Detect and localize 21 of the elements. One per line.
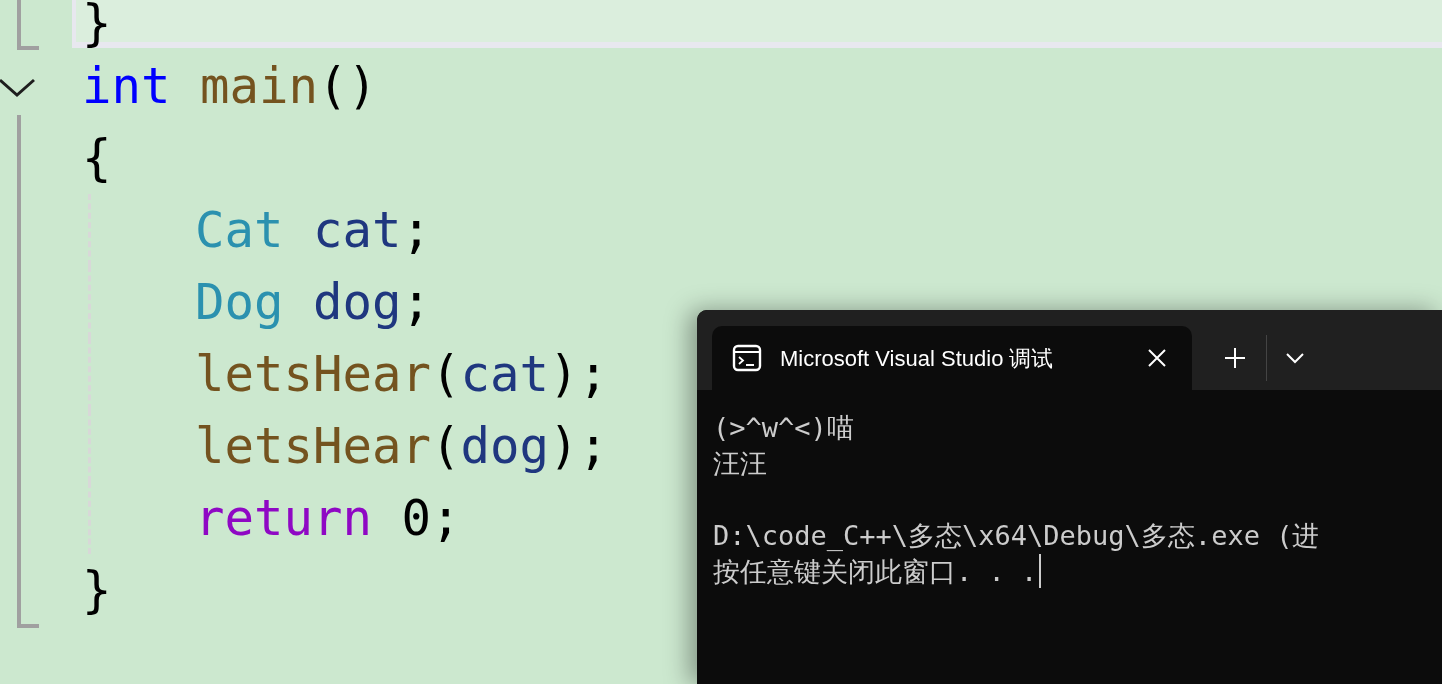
code-line: Cat cat; xyxy=(195,205,432,255)
code-line: letsHear(cat); xyxy=(195,349,609,399)
code-line: Dog dog; xyxy=(195,277,432,327)
code-line: { xyxy=(82,133,112,183)
terminal-tab[interactable]: Microsoft Visual Studio 调试 xyxy=(712,326,1192,390)
code-line: letsHear(dog); xyxy=(195,421,609,471)
plus-icon[interactable] xyxy=(1224,347,1246,369)
outline-bracket-drawing xyxy=(17,0,39,50)
console-output-line: 按任意键关闭此窗口. . . xyxy=(713,557,1038,585)
chevron-down-icon[interactable] xyxy=(1285,352,1305,364)
console-output-line: (>^w^<)喵 xyxy=(713,413,854,441)
code-line: } xyxy=(82,565,112,615)
code-line: return 0; xyxy=(195,493,461,543)
tab-title: Microsoft Visual Studio 调试 xyxy=(780,344,1055,373)
console-output-line: D:\code_C++\多态\x64\Debug\多态.exe (进 xyxy=(713,521,1320,549)
console-output-line: 汪汪 xyxy=(713,449,767,477)
code-line: int main() xyxy=(82,61,378,111)
close-icon[interactable] xyxy=(1148,349,1166,367)
console-icon xyxy=(732,344,762,372)
code-line: } xyxy=(82,0,112,52)
text-cursor xyxy=(1039,554,1042,588)
